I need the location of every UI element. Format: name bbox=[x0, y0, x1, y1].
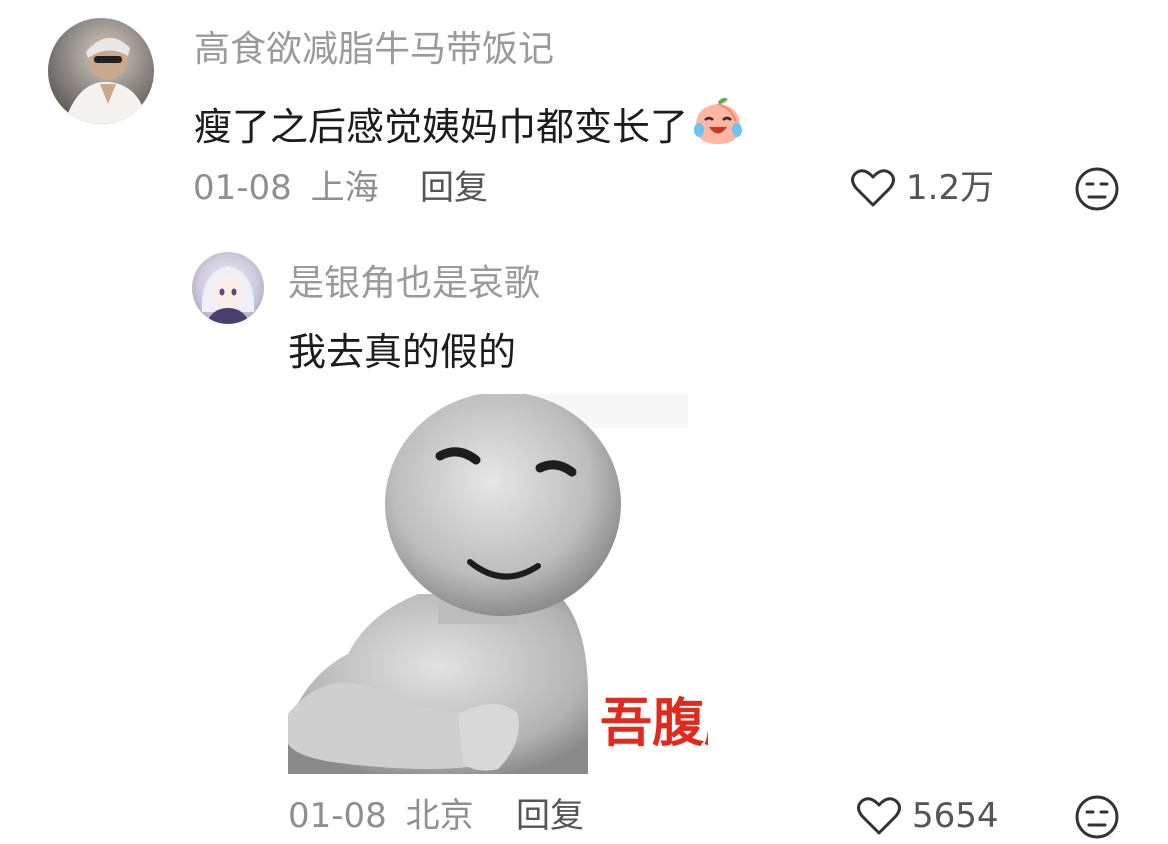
commenter-avatar-image bbox=[64, 36, 148, 124]
commenter-avatar[interactable] bbox=[48, 18, 154, 124]
comment-location: 上海 bbox=[310, 168, 379, 208]
commenter-username[interactable]: 高食欲减脂牛马带饭记 bbox=[194, 28, 554, 72]
comment-dislike-button[interactable] bbox=[1074, 166, 1120, 216]
reply-sticker-image[interactable]: 吾腹腹 bbox=[288, 394, 708, 774]
reply-meta: 01-08 北京 bbox=[288, 796, 474, 836]
comment-text-row: 瘦了之后感觉姨妈巾都变长了 bbox=[194, 96, 744, 151]
replier-username[interactable]: 是银角也是哀歌 bbox=[288, 262, 540, 306]
reply-location: 北京 bbox=[405, 796, 474, 836]
heart-outline-icon bbox=[857, 797, 901, 835]
comment-like-count: 1.2万 bbox=[906, 168, 995, 208]
replier-avatar[interactable] bbox=[192, 252, 264, 324]
neutral-face-icon bbox=[1075, 795, 1119, 839]
comment-meta: 01-08 上海 bbox=[193, 168, 379, 208]
reply-date: 01-08 bbox=[288, 796, 387, 836]
reply-text: 我去真的假的 bbox=[288, 330, 517, 374]
neutral-face-icon bbox=[1075, 167, 1119, 211]
comment-date: 01-08 bbox=[193, 168, 292, 208]
heart-outline-icon bbox=[851, 169, 895, 207]
comment-like-button[interactable]: 1.2万 bbox=[850, 168, 994, 208]
sticker-caption: 吾腹腹 bbox=[599, 694, 708, 754]
reply-like-count: 5654 bbox=[912, 796, 999, 836]
reply-dislike-button[interactable] bbox=[1074, 794, 1120, 844]
comment-reply-button[interactable]: 回复 bbox=[420, 168, 488, 208]
replier-avatar-image bbox=[201, 266, 255, 324]
peach-crying-laughing-emoji-icon bbox=[694, 98, 743, 144]
reply-reply-button[interactable]: 回复 bbox=[516, 796, 584, 836]
comment-text: 瘦了之后感觉姨妈巾都变长了 bbox=[194, 105, 689, 149]
reply-like-button[interactable]: 5654 bbox=[856, 796, 999, 836]
